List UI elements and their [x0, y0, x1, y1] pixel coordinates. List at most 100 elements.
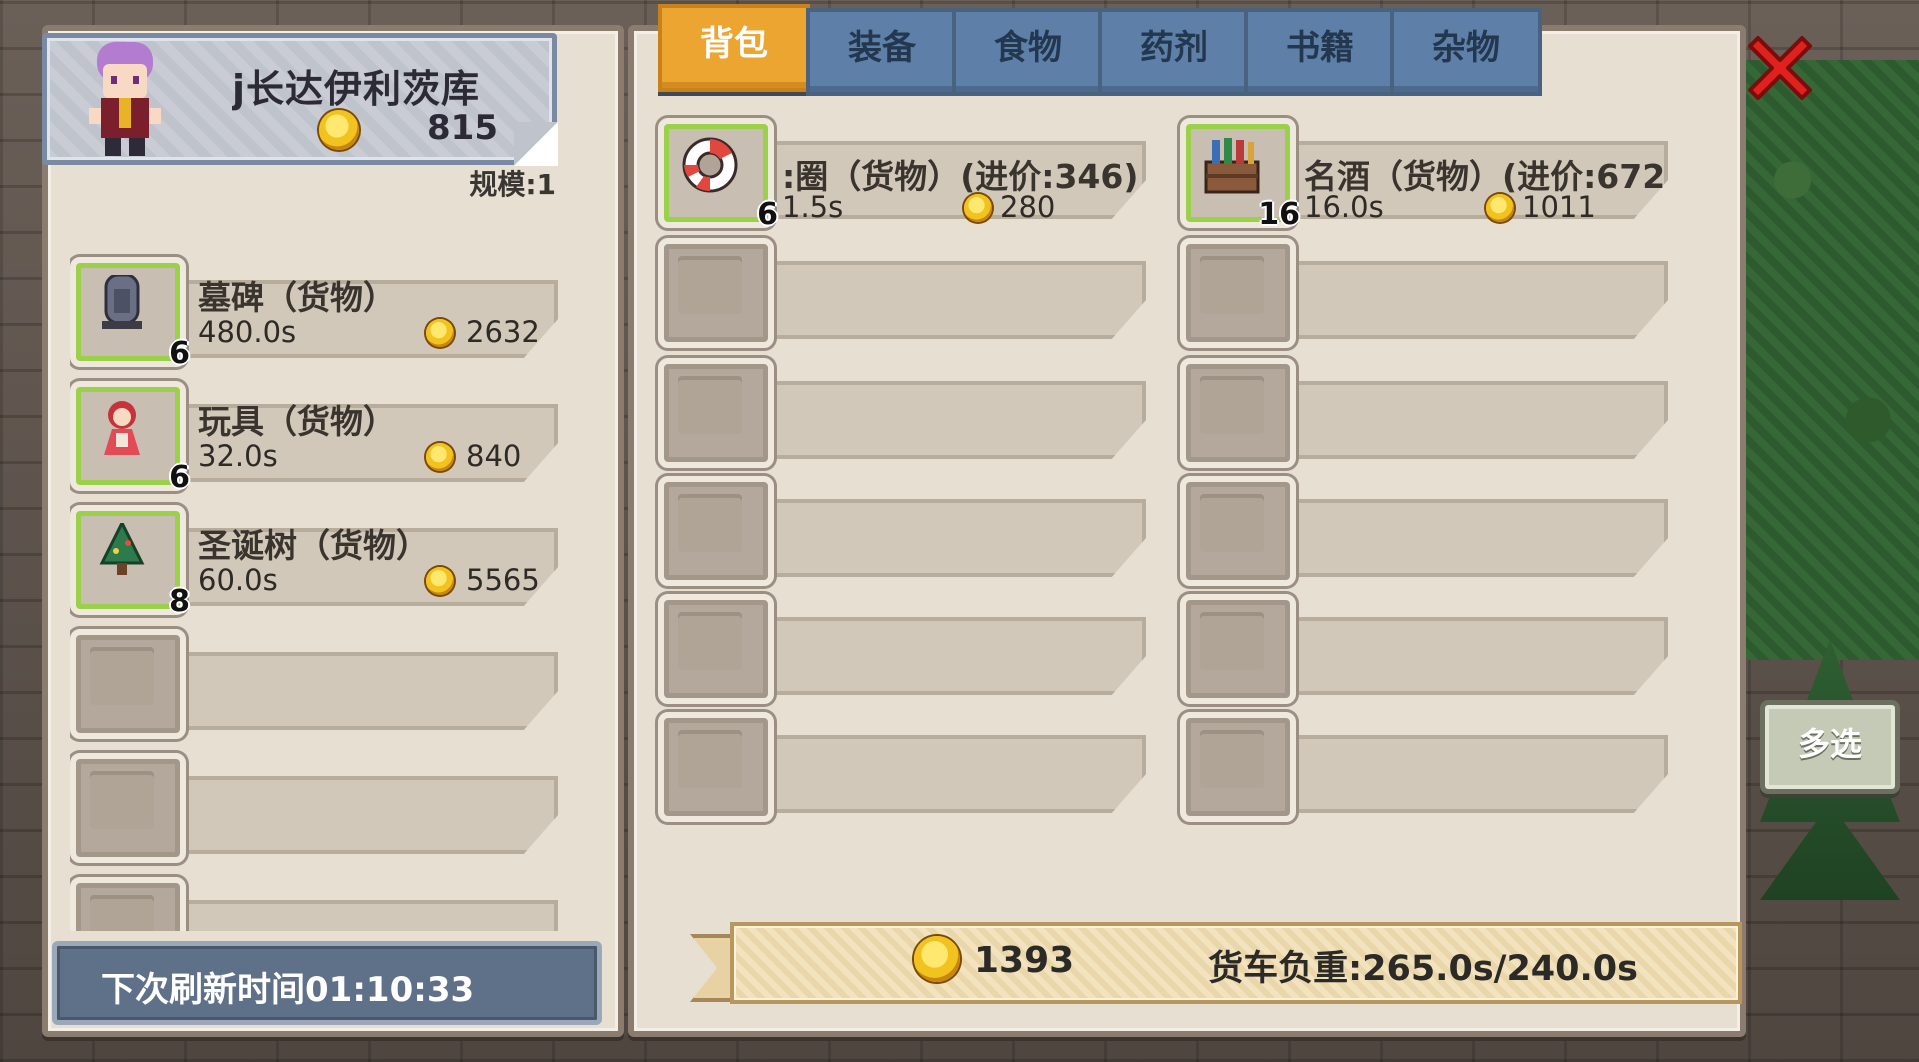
item-price: 5565	[466, 563, 540, 597]
item-plate	[718, 735, 1146, 813]
slot-inner	[678, 612, 742, 670]
item-quantity: 6	[169, 460, 190, 495]
player-money: 1393	[974, 940, 1075, 981]
item-time: 32.0s	[198, 439, 278, 473]
empty-slot[interactable]	[1180, 238, 1296, 348]
slot-inner	[1200, 376, 1264, 434]
item-time: 1.5s	[782, 190, 844, 224]
empty-inventory-row[interactable]	[1180, 234, 1700, 348]
slot-inner	[678, 256, 742, 314]
slot-inner	[678, 730, 742, 788]
tab-backpack[interactable]: 背包	[658, 4, 810, 92]
empty-shop-row[interactable]	[70, 625, 580, 739]
item-plate	[130, 652, 558, 730]
item-slot[interactable]: 16	[1180, 118, 1300, 232]
empty-inventory-row[interactable]	[1180, 354, 1700, 468]
item-price: 840	[466, 439, 522, 473]
shop-item-row[interactable]: 8 圣诞树（货物） 60.0s 5565	[70, 501, 580, 619]
item-quantity: 6	[757, 197, 778, 232]
item-time: 480.0s	[198, 315, 297, 349]
empty-inventory-row[interactable]	[658, 590, 1178, 704]
coin-icon	[319, 110, 359, 150]
item-price: 1011	[1522, 190, 1596, 224]
slot-inner	[90, 771, 154, 829]
item-slot[interactable]: 6	[70, 381, 190, 495]
slot-inner	[90, 647, 154, 705]
christmas-tree-icon	[99, 523, 145, 575]
item-plate	[1240, 617, 1668, 695]
empty-slot[interactable]	[1180, 594, 1296, 704]
empty-shop-row[interactable]	[70, 749, 580, 863]
tab-equipment[interactable]: 装备	[806, 8, 958, 96]
empty-slot[interactable]	[658, 712, 774, 822]
inventory-item-row[interactable]: 16 名酒（货物）(进价:672 16.0s 1011	[1180, 114, 1700, 232]
empty-inventory-row[interactable]	[658, 354, 1178, 468]
tab-books[interactable]: 书籍	[1244, 8, 1396, 96]
empty-slot[interactable]	[658, 238, 774, 348]
life-ring-icon	[682, 137, 738, 193]
item-plate	[130, 900, 558, 931]
item-plate	[718, 499, 1146, 577]
wine-crate-icon	[1204, 138, 1260, 194]
item-price: 2632	[466, 315, 540, 349]
item-slot[interactable]: 6	[70, 257, 190, 371]
empty-inventory-row[interactable]	[658, 234, 1178, 348]
empty-slot[interactable]	[1180, 712, 1296, 822]
item-plate	[1240, 381, 1668, 459]
slot-inner	[90, 895, 154, 931]
empty-inventory-row[interactable]	[658, 472, 1178, 586]
empty-inventory-row[interactable]	[1180, 590, 1700, 704]
item-name: 玩具（货物）	[198, 402, 396, 441]
tab-misc[interactable]: 杂物	[1390, 8, 1542, 96]
doll-toy-icon	[104, 401, 140, 455]
item-plate	[130, 776, 558, 854]
item-quantity: 16	[1258, 197, 1300, 232]
item-plate	[718, 617, 1146, 695]
item-plate	[718, 381, 1146, 459]
item-plate	[1240, 499, 1668, 577]
tab-food[interactable]: 食物	[952, 8, 1104, 96]
shop-item-row[interactable]: 6 墓碑（货物） 480.0s 2632	[70, 253, 580, 371]
empty-slot[interactable]	[1180, 358, 1296, 468]
multi-select-button[interactable]: 多选	[1760, 700, 1900, 794]
merchant-name: j长达伊利茨库	[232, 67, 481, 111]
item-price: 280	[1000, 190, 1056, 224]
item-slot[interactable]: 6	[658, 118, 778, 232]
empty-slot[interactable]	[1180, 476, 1296, 586]
empty-inventory-row[interactable]	[658, 708, 1178, 822]
merchant-card: j长达伊利茨库 815	[42, 33, 558, 166]
empty-shop-row[interactable]	[70, 873, 580, 931]
refresh-timer-text: 下次刷新时间01:10:33	[101, 970, 475, 1010]
cart-status-banner: 1393 货车负重:265.0s/240.0s	[690, 922, 1742, 1004]
empty-inventory-row[interactable]	[1180, 708, 1700, 822]
empty-slot[interactable]	[70, 753, 186, 863]
empty-slot[interactable]	[70, 877, 186, 931]
shop-item-row[interactable]: 6 玩具（货物） 32.0s 840	[70, 377, 580, 495]
empty-slot[interactable]	[658, 358, 774, 468]
garden-background	[1730, 60, 1919, 660]
banner-body: 1393 货车负重:265.0s/240.0s	[730, 922, 1742, 1004]
item-plate	[1240, 735, 1668, 813]
item-time: 16.0s	[1304, 190, 1384, 224]
empty-slot[interactable]	[70, 629, 186, 739]
slot-inner	[678, 494, 742, 552]
card-fold	[514, 122, 558, 166]
item-quantity: 6	[169, 336, 190, 371]
inventory-grid[interactable]: 6 :圈（货物）(进价:346) 1.5s 280 16 名酒（货物）(进价:6…	[658, 108, 1698, 828]
item-slot[interactable]: 8	[70, 505, 190, 619]
inventory-item-row[interactable]: 6 :圈（货物）(进价:346) 1.5s 280	[658, 114, 1178, 232]
empty-slot[interactable]	[658, 594, 774, 704]
tab-potion[interactable]: 药剂	[1098, 8, 1250, 96]
merchant-panel: j长达伊利茨库 815 规模:1 6 墓碑（货物） 480.0s 2632 6 …	[42, 25, 624, 1037]
shop-item-list[interactable]: 6 墓碑（货物） 480.0s 2632 6 玩具（货物） 32.0s 840 …	[70, 231, 590, 931]
empty-slot[interactable]	[658, 476, 774, 586]
slot-inner	[1200, 612, 1264, 670]
slot-inner	[1200, 494, 1264, 552]
empty-inventory-row[interactable]	[1180, 472, 1700, 586]
merchant-gold: 815	[427, 108, 498, 148]
item-plate	[1240, 261, 1668, 339]
refresh-timer-bar: 下次刷新时间01:10:33	[52, 941, 602, 1025]
slot-inner	[1200, 256, 1264, 314]
close-button[interactable]	[1742, 30, 1818, 106]
item-name: 圣诞树（货物）	[198, 526, 429, 565]
